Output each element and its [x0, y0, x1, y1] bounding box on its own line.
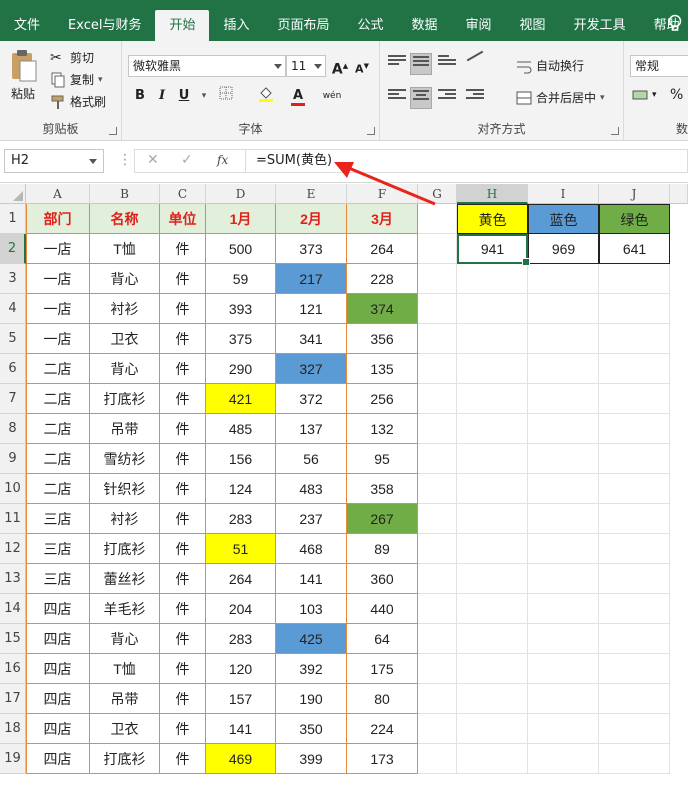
annotation-arrow [334, 162, 436, 206]
